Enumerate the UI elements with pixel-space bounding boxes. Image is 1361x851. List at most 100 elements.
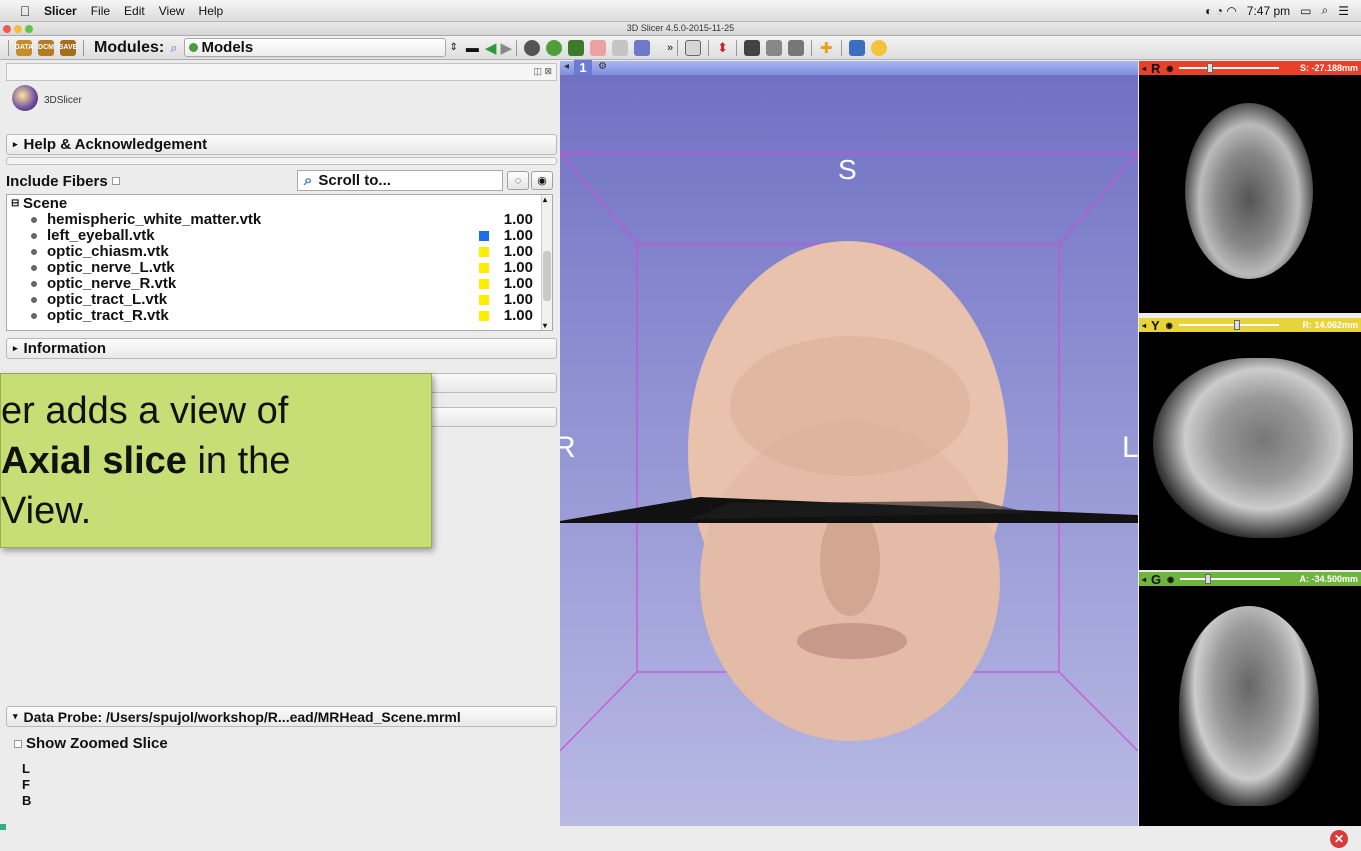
scroll-to-search-input[interactable]: ⌕ Scroll to... — [297, 170, 503, 191]
include-fibers-checkbox[interactable] — [111, 177, 120, 185]
show-hidden-button[interactable]: ◌ — [507, 171, 529, 190]
model-visibility-icon[interactable] — [31, 249, 37, 255]
model-opacity[interactable]: 1.00 — [504, 244, 533, 260]
model-color-swatch[interactable] — [479, 279, 489, 289]
slider-handle[interactable] — [1207, 63, 1214, 73]
model-opacity[interactable]: 1.00 — [504, 276, 533, 292]
save-icon[interactable]: SAVE — [59, 39, 77, 56]
scene-snapshot-icon[interactable] — [788, 39, 805, 56]
slice-offset-slider[interactable] — [1180, 574, 1281, 584]
menu-help[interactable]: Help — [199, 4, 224, 18]
slice-view[interactable] — [1139, 75, 1361, 313]
information-section[interactable]: ▸ Information — [6, 338, 557, 359]
tree-row-scene[interactable]: ⊟ Scene — [7, 196, 547, 212]
load-data-icon[interactable]: DATA — [15, 39, 33, 56]
slice-settings-icon[interactable]: ◉ — [1167, 575, 1174, 584]
collapsed-section[interactable] — [6, 157, 557, 165]
help-acknowledgement-section[interactable]: ▸ Help & Acknowledgement — [6, 134, 557, 155]
python-console-icon[interactable] — [870, 39, 887, 56]
slice-view[interactable] — [1139, 332, 1361, 570]
extension-manager-icon[interactable] — [848, 39, 865, 56]
error-close-icon[interactable]: ✕ — [1330, 830, 1348, 848]
tree-row-model[interactable]: optic_nerve_L.vtk 1.00 — [7, 260, 547, 276]
welcome-module-icon[interactable] — [523, 39, 540, 56]
module-history-icon[interactable]: ▬ — [466, 40, 479, 55]
slice-offset-slider[interactable] — [1179, 63, 1280, 73]
slice-settings-icon[interactable]: ◉ — [1166, 321, 1173, 330]
module-search-icon[interactable]: ⌕ — [170, 40, 177, 56]
model-visibility-icon[interactable] — [31, 313, 37, 319]
data-probe-section[interactable]: ▾ Data Probe: /Users/spujol/workshop/R..… — [6, 706, 557, 727]
apple-icon[interactable]:  — [12, 3, 38, 19]
pin-icon[interactable]: ◂ — [1142, 64, 1146, 73]
back-arrow-icon[interactable]: ◀ — [485, 39, 497, 57]
tree-row-model[interactable]: optic_tract_L.vtk 1.00 — [7, 292, 547, 308]
clock[interactable]: 7:47 pm — [1247, 4, 1290, 18]
tree-row-model[interactable]: optic_nerve_R.vtk 1.00 — [7, 276, 547, 292]
model-visibility-icon[interactable] — [31, 281, 37, 287]
zoom-window-button[interactable] — [25, 25, 33, 33]
layout-icon[interactable] — [685, 39, 702, 56]
model-visibility-icon[interactable] — [31, 297, 37, 303]
editor-module-icon[interactable] — [611, 39, 628, 56]
slice-settings-icon[interactable]: ◉ — [1166, 64, 1173, 73]
menu-file[interactable]: File — [91, 4, 110, 18]
model-visibility-icon[interactable] — [31, 233, 37, 239]
scene-view-icon[interactable] — [766, 39, 783, 56]
panel-float-close-icon[interactable]: ◫ ⊠ — [533, 66, 552, 77]
slice-controller-bar[interactable]: ◂ Y ◉ R: 14.062mm — [1139, 318, 1361, 333]
visibility-toggle-button[interactable]: ◉ — [531, 171, 553, 190]
volumes-module-icon[interactable] — [567, 39, 584, 56]
model-opacity[interactable]: 1.00 — [504, 308, 533, 324]
screenshot-icon[interactable] — [744, 39, 761, 56]
3d-view-controller-bar[interactable]: ◂ 1 ⚙ — [560, 60, 1138, 75]
collapse-icon[interactable]: ⊟ — [11, 196, 19, 212]
battery-icon[interactable]: ▭ — [1300, 4, 1311, 18]
fiducial-place-icon[interactable]: ✚ — [820, 39, 833, 57]
segment-module-icon[interactable] — [589, 39, 606, 56]
crosshair-icon[interactable]: ⬍ — [717, 40, 728, 56]
slider-handle[interactable] — [1233, 320, 1240, 330]
tree-row-model[interactable]: hemispheric_white_matter.vtk 1.00 — [7, 212, 547, 228]
notification-icon[interactable]: ☰ — [1338, 4, 1349, 18]
slice-offset-slider[interactable] — [1178, 320, 1279, 330]
forward-arrow-icon[interactable]: ▶ — [500, 39, 512, 57]
model-opacity[interactable]: 1.00 — [504, 212, 533, 228]
model-opacity[interactable]: 1.00 — [504, 260, 533, 276]
model-color-swatch[interactable] — [479, 263, 489, 273]
model-color-swatch[interactable] — [479, 311, 489, 321]
model-visibility-icon[interactable] — [31, 265, 37, 271]
module-selector[interactable]: Models — [183, 38, 446, 57]
model-visibility-icon[interactable] — [31, 217, 37, 223]
status-icons[interactable]: ◐ ◔ ◠ — [1205, 4, 1237, 18]
tree-row-model[interactable]: left_eyeball.vtk 1.00 — [7, 228, 547, 244]
scrollbar-thumb[interactable] — [543, 251, 551, 301]
menu-view[interactable]: View — [159, 4, 185, 18]
pin-icon[interactable]: ◂ — [1142, 321, 1146, 330]
3d-view[interactable]: S R L — [560, 61, 1138, 826]
slice-controller-bar[interactable]: ◂ R ◉ S: -27.188mm — [1139, 61, 1361, 76]
pin-icon[interactable]: ◂ — [1142, 575, 1146, 584]
menu-edit[interactable]: Edit — [124, 4, 145, 18]
slice-view[interactable] — [1139, 586, 1361, 826]
show-zoomed-slice-row[interactable]: Show Zoomed Slice — [14, 735, 168, 752]
spotlight-icon[interactable]: ⌕ — [1322, 3, 1329, 18]
slider-handle[interactable] — [1205, 574, 1212, 584]
model-color-swatch[interactable] — [479, 231, 489, 241]
minimize-window-button[interactable] — [14, 25, 22, 33]
tree-row-model[interactable]: optic_chiasm.vtk 1.00 — [7, 244, 547, 260]
tree-row-model[interactable]: optic_tract_R.vtk 1.00 — [7, 308, 547, 324]
model-opacity[interactable]: 1.00 — [504, 228, 533, 244]
view-settings-icon[interactable]: ⚙ — [598, 61, 607, 72]
close-window-button[interactable] — [3, 25, 11, 33]
model-color-swatch[interactable] — [479, 295, 489, 305]
more-modules-icon[interactable]: » — [667, 42, 673, 54]
show-zoomed-slice-checkbox[interactable] — [14, 739, 22, 748]
slice-controller-bar[interactable]: ◂ G ◉ A: -34.500mm — [1139, 572, 1361, 587]
dicom-icon[interactable]: DCM — [38, 39, 54, 56]
module-dropdown-arrow-icon[interactable]: ⇕ — [450, 42, 458, 53]
pin-icon[interactable]: ◂ — [564, 61, 569, 72]
menu-app-name[interactable]: Slicer — [44, 4, 77, 18]
extensions-module-icon[interactable] — [633, 39, 650, 56]
data-module-icon[interactable] — [545, 39, 562, 56]
